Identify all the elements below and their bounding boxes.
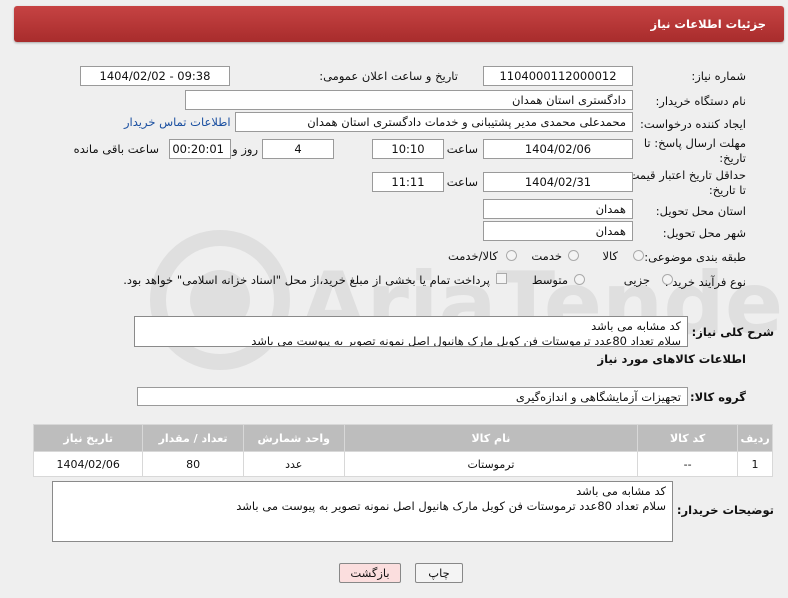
buyer-notes-line-2: سلام تعداد 80عدد ترموستات فن کویل مارک ه… xyxy=(236,499,666,513)
goods-group-field[interactable]: تجهیزات آزمایشگاهی و اندازه‌گیری xyxy=(137,387,688,406)
need-number-field[interactable]: 1104000112000012 xyxy=(483,66,633,86)
reply-deadline-label-date: تاریخ: xyxy=(719,151,746,165)
buyer-org-label: نام دستگاه خریدار: xyxy=(655,94,746,108)
city-label: شهر محل تحویل: xyxy=(662,226,746,240)
buyer-org-field[interactable]: دادگستری استان همدان xyxy=(185,90,633,110)
validity-time-label: ساعت xyxy=(446,175,478,189)
validity-date-field[interactable]: 1404/02/31 xyxy=(483,172,633,192)
province-label: استان محل تحویل: xyxy=(655,204,746,218)
watermark-logo: AriaTender.net xyxy=(150,230,788,370)
process-radio-minor[interactable] xyxy=(662,274,673,285)
treasury-checkbox[interactable] xyxy=(496,273,507,284)
reply-time-label: ساعت xyxy=(446,142,478,156)
category-radio-goods[interactable] xyxy=(633,250,644,261)
process-option-medium: متوسط xyxy=(531,273,568,287)
col-quantity: تعداد / مقدار xyxy=(142,424,244,452)
announce-field[interactable]: 1404/02/02 - 09:38 xyxy=(80,66,230,86)
cell-row: 1 xyxy=(737,451,773,477)
page-header: جزئیات اطلاعات نیاز xyxy=(14,6,784,42)
goods-group-label: گروه کالا: xyxy=(690,390,746,404)
col-need-date: تاریخ نیاز xyxy=(32,424,144,452)
remaining-label: ساعت باقی مانده xyxy=(73,142,159,156)
buyer-notes-label: توضیحات خریدار: xyxy=(676,503,774,517)
validity-time-field[interactable]: 11:11 xyxy=(372,172,444,192)
buyer-contact-link[interactable]: اطلاعات تماس خریدار xyxy=(124,115,231,129)
process-label: نوع فرآیند خرید : xyxy=(664,275,746,289)
requester-field[interactable]: محمدعلی محمدی مدیر پشتیبانی و خدمات دادگ… xyxy=(235,112,633,132)
requester-label: ایجاد کننده درخواست: xyxy=(640,117,746,131)
col-code: کد کالا xyxy=(637,424,739,452)
items-table-header: ردیف کد کالا نام کالا واحد شمارش تعداد /… xyxy=(32,424,773,452)
process-radio-medium[interactable] xyxy=(574,274,585,285)
cell-unit: عدد xyxy=(242,451,345,477)
reply-date-field[interactable]: 1404/02/06 xyxy=(483,139,633,159)
cell-need-date: 1404/02/06 xyxy=(32,451,144,477)
payment-note: پرداخت تمام یا بخشی از مبلغ خرید،از محل … xyxy=(123,273,490,287)
need-number-label: شماره نیاز: xyxy=(691,69,746,83)
reply-deadline-label: مهلت ارسال پاسخ: تا xyxy=(643,136,746,150)
cell-code: -- xyxy=(637,451,739,477)
remaining-time-field[interactable]: 00:20:01 xyxy=(169,139,231,159)
print-button[interactable]: چاپ xyxy=(415,563,463,583)
category-option-service: خدمت xyxy=(531,249,562,263)
back-button[interactable]: بازگشت xyxy=(339,563,401,583)
cell-quantity: 80 xyxy=(142,451,244,477)
days-label: روز و xyxy=(232,142,258,156)
page-title: جزئیات اطلاعات نیاز xyxy=(650,17,766,31)
category-label: طبقه بندی موضوعی: xyxy=(644,250,746,264)
process-option-minor: جزیی xyxy=(623,273,650,287)
buyer-notes-textarea[interactable]: کد مشابه می باشد سلام تعداد 80عدد ترموست… xyxy=(52,481,673,542)
validity-label: حداقل تاریخ اعتبار قیمت: xyxy=(624,168,746,182)
days-field[interactable]: 4 xyxy=(262,139,334,159)
col-name: نام کالا xyxy=(343,424,639,452)
description-textarea[interactable]: کد مشابه می باشد سلام تعداد 80عدد ترموست… xyxy=(134,316,688,347)
table-row[interactable]: 1 -- ترموستات عدد 80 1404/02/06 xyxy=(32,451,773,477)
description-label: شرح کلی نیاز: xyxy=(691,325,774,339)
col-row: ردیف xyxy=(737,424,773,452)
category-radio-both[interactable] xyxy=(506,250,517,261)
province-field[interactable]: همدان xyxy=(483,199,633,219)
reply-time-field[interactable]: 10:10 xyxy=(372,139,444,159)
description-line-1: کد مشابه می باشد xyxy=(591,319,681,333)
goods-section-title: اطلاعات کالاهای مورد نیاز xyxy=(597,352,746,366)
validity-label-date: تا تاریخ: xyxy=(708,183,746,197)
cell-name: ترموستات xyxy=(343,451,639,477)
city-field[interactable]: همدان xyxy=(483,221,633,241)
category-radio-service[interactable] xyxy=(568,250,579,261)
buyer-notes-line-1: کد مشابه می باشد xyxy=(576,484,666,498)
category-option-goods: کالا xyxy=(602,249,618,263)
announce-label: تاریخ و ساعت اعلان عمومی: xyxy=(319,69,458,83)
description-line-2: سلام تعداد 80عدد ترموستات فن کویل مارک ه… xyxy=(251,334,681,347)
items-table: ردیف کد کالا نام کالا واحد شمارش تعداد /… xyxy=(32,424,773,477)
category-option-both: کالا/خدمت xyxy=(447,249,498,263)
col-unit: واحد شمارش xyxy=(242,424,345,452)
